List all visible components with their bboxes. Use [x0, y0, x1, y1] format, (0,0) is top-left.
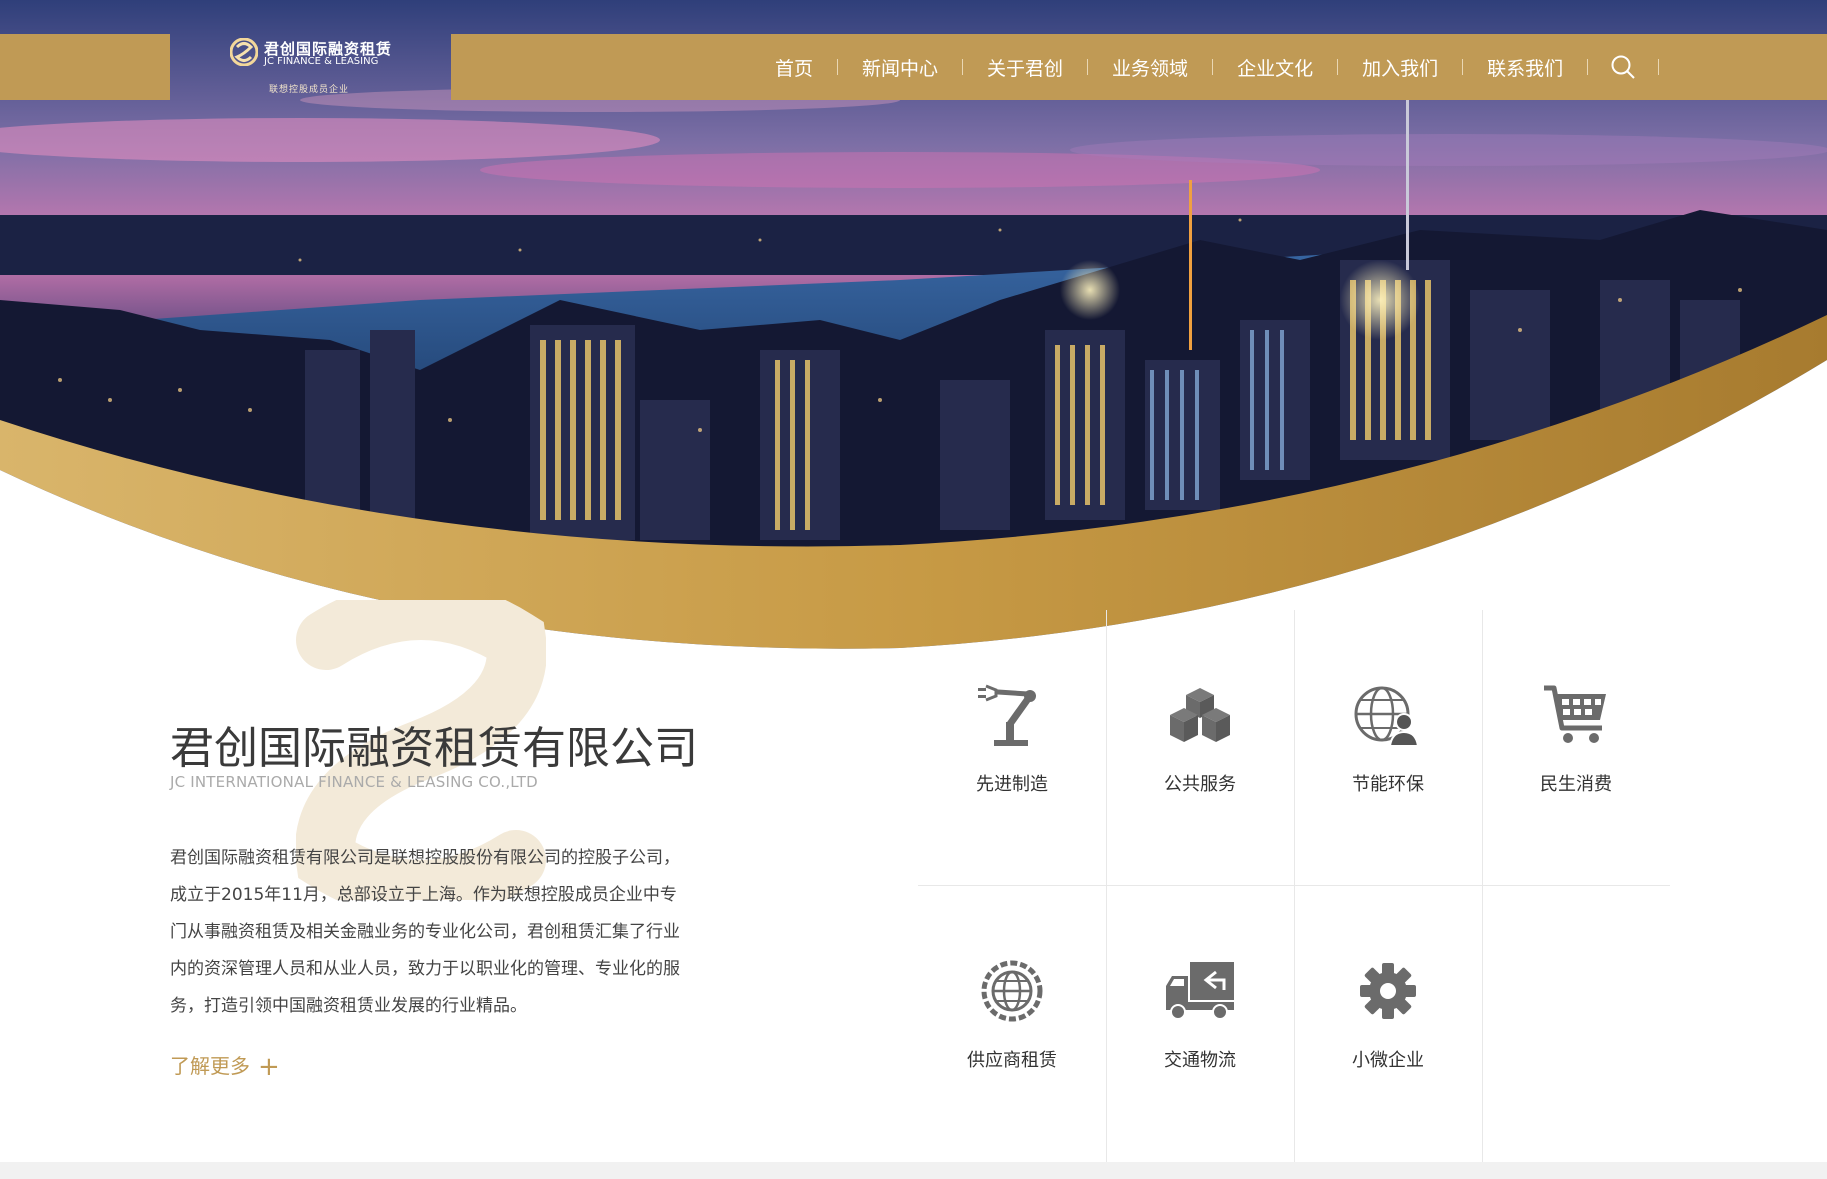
- robot-arm-icon: [978, 684, 1036, 746]
- nav-divider: [1658, 59, 1660, 75]
- company-subtitle-en: JC INTERNATIONAL FINANCE & LEASING CO.,L…: [170, 773, 538, 791]
- company-description: 君创国际融资租赁有限公司是联想控股股份有限公司的控股子公司，成立于2015年11…: [170, 848, 680, 1016]
- logo-tagline: 联想控股成员企业: [269, 85, 350, 95]
- business-label: 民生消费: [1540, 774, 1612, 795]
- business-small-micro[interactable]: 小微企业: [1294, 886, 1482, 1086]
- nav-culture[interactable]: 企业文化: [1213, 54, 1337, 81]
- nav-careers[interactable]: 加入我们: [1338, 54, 1462, 81]
- search-icon: [1611, 55, 1635, 79]
- learn-more-link[interactable]: 了解更多 +: [170, 1050, 280, 1082]
- shopping-cart-icon: [1544, 685, 1606, 743]
- business-label: 节能环保: [1352, 774, 1424, 795]
- main-nav: 首页 新闻中心 关于君创 业务领域 企业文化 加入我们 联系我们: [751, 34, 1660, 100]
- business-transport-logistics[interactable]: 交通物流: [1106, 886, 1294, 1086]
- logo[interactable]: 君创国际融资租赁 JC FINANCE & LEASING 联想控股成员企业: [228, 34, 404, 100]
- logo-mark-icon: [230, 38, 258, 66]
- nav-about[interactable]: 关于君创: [963, 54, 1087, 81]
- business-supplier-leasing[interactable]: 供应商租赁: [918, 886, 1106, 1086]
- business-grid: 先进制造 公共服务 节能环保 民生消费 供应商租赁 交通物流 小微企业: [918, 610, 1670, 1162]
- business-label: 公共服务: [1164, 774, 1236, 795]
- business-label: 先进制造: [976, 774, 1048, 795]
- footer-strip: [0, 1162, 1827, 1179]
- business-energy-environment[interactable]: 节能环保: [1294, 610, 1482, 810]
- boxes-icon: [1170, 688, 1230, 742]
- business-advanced-manufacturing[interactable]: 先进制造: [918, 610, 1106, 810]
- header-bar-left: [0, 34, 170, 100]
- logo-name-en: JC FINANCE & LEASING: [264, 56, 379, 67]
- company-title: 君创国际融资租赁有限公司: [170, 723, 698, 774]
- search-button[interactable]: [1610, 54, 1636, 80]
- business-label: 交通物流: [1164, 1050, 1236, 1071]
- plus-icon: +: [258, 1052, 280, 1082]
- nav-home[interactable]: 首页: [751, 54, 837, 81]
- truck-icon: [1166, 962, 1234, 1020]
- nav-news[interactable]: 新闻中心: [838, 54, 962, 81]
- business-public-services[interactable]: 公共服务: [1106, 610, 1294, 810]
- business-label: 小微企业: [1352, 1050, 1424, 1071]
- gear-icon: [1360, 963, 1416, 1019]
- globe-person-icon: [1354, 686, 1420, 747]
- globe-gear-icon: [981, 960, 1043, 1022]
- nav-divider: [1587, 59, 1589, 75]
- nav-contact[interactable]: 联系我们: [1463, 54, 1587, 81]
- nav-business[interactable]: 业务领域: [1088, 54, 1212, 81]
- learn-more-label: 了解更多: [170, 1054, 250, 1078]
- business-consumer[interactable]: 民生消费: [1482, 610, 1670, 810]
- business-label: 供应商租赁: [967, 1050, 1057, 1071]
